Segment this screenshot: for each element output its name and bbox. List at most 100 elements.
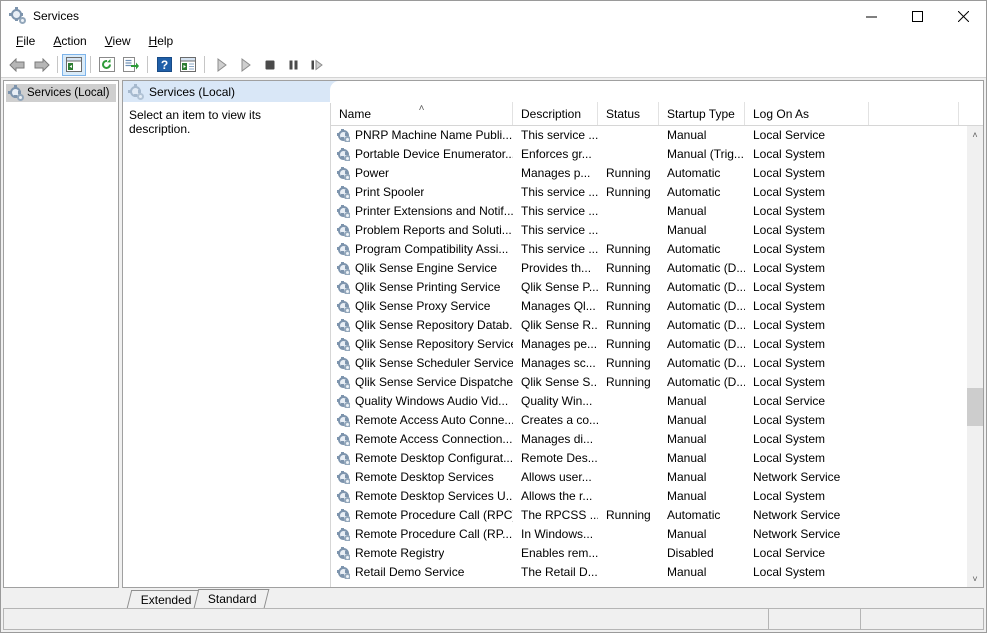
- service-row[interactable]: PNRP Machine Name Publi... This service .…: [331, 126, 966, 145]
- service-row[interactable]: Remote Desktop Services U... Allows the r…: [331, 487, 966, 506]
- cell-status: Running: [606, 508, 651, 522]
- refresh-icon[interactable]: [95, 54, 119, 76]
- cell-logon: Local System: [753, 242, 826, 256]
- service-row[interactable]: Printer Extensions and Notif... This serv…: [331, 202, 966, 221]
- tree-item-services-local[interactable]: Services (Local): [6, 84, 116, 102]
- column-header-name[interactable]: Name ˄: [331, 102, 513, 125]
- service-gear-icon: [337, 129, 350, 142]
- menu-file[interactable]: File: [7, 32, 44, 51]
- scroll-down-arrow-icon[interactable]: ˅: [967, 570, 983, 587]
- back-arrow-icon[interactable]: [5, 54, 29, 76]
- column-header-startup[interactable]: Startup Type: [659, 102, 745, 125]
- service-row[interactable]: Portable Device Enumerator... Enforces gr…: [331, 145, 966, 164]
- tab-extended[interactable]: Extended: [126, 590, 204, 608]
- cell-description: Manages p...: [521, 166, 591, 180]
- cell-startup: Automatic (D...: [667, 375, 745, 389]
- export-list-icon[interactable]: [119, 54, 143, 76]
- column-header-label: Startup Type: [667, 106, 735, 121]
- cell-name: Qlik Sense Repository Service: [331, 335, 513, 354]
- pane-header-title: Services (Local): [149, 84, 236, 99]
- service-gear-icon: [337, 205, 350, 218]
- scroll-track[interactable]: [967, 143, 983, 570]
- service-row[interactable]: Remote Access Auto Conne... Creates a co.…: [331, 411, 966, 430]
- cell-description: The RPCSS ...: [521, 508, 598, 522]
- minimize-button[interactable]: [848, 1, 894, 31]
- service-gear-icon: [337, 167, 350, 180]
- menu-action[interactable]: Action: [44, 32, 95, 51]
- column-header-status[interactable]: Status: [598, 102, 659, 125]
- scroll-thumb[interactable]: [967, 388, 983, 426]
- status-panel-main: [4, 609, 769, 629]
- service-row[interactable]: Remote Desktop Services Allows user... Man…: [331, 468, 966, 487]
- cell-logon: Local System: [753, 299, 826, 313]
- toolbar-separator: [147, 56, 148, 73]
- cell-logon: Local System: [753, 204, 826, 218]
- service-name-label: Portable Device Enumerator...: [355, 147, 513, 161]
- cell-name: Program Compatibility Assi...: [331, 240, 513, 259]
- services-gear-icon: [9, 7, 26, 24]
- cell-status: Running: [606, 185, 651, 199]
- menu-view[interactable]: View: [96, 32, 140, 51]
- restart-service-icon[interactable]: [305, 54, 329, 76]
- service-row[interactable]: Qlik Sense Proxy Service Manages Ql... Run…: [331, 297, 966, 316]
- cell-startup: Manual: [667, 470, 707, 484]
- cell-status: Running: [606, 280, 651, 294]
- service-name-label: Qlik Sense Scheduler Service: [355, 356, 513, 370]
- service-name-label: Retail Demo Service: [355, 565, 465, 579]
- service-row[interactable]: Remote Access Connection... Manages di...…: [331, 430, 966, 449]
- cell-name: Remote Access Connection...: [331, 430, 513, 449]
- service-gear-icon: [337, 509, 350, 522]
- service-row[interactable]: Qlik Sense Printing Service Qlik Sense P.…: [331, 278, 966, 297]
- cell-description: The Retail D...: [521, 565, 598, 579]
- column-header-description[interactable]: Description: [513, 102, 598, 125]
- forward-arrow-icon[interactable]: [29, 54, 53, 76]
- cell-logon: Network Service: [753, 527, 841, 541]
- service-gear-icon: [337, 414, 350, 427]
- resume-service-icon[interactable]: [233, 54, 257, 76]
- close-button[interactable]: [940, 1, 986, 31]
- menu-help[interactable]: Help: [140, 32, 183, 51]
- cell-startup: Manual: [667, 527, 707, 541]
- service-row[interactable]: Remote Procedure Call (RP... In Windows..…: [331, 525, 966, 544]
- column-header-logon[interactable]: Log On As: [745, 102, 869, 125]
- cell-name: Qlik Sense Printing Service: [331, 278, 513, 297]
- cell-logon: Local Service: [753, 546, 826, 560]
- pause-service-icon[interactable]: [281, 54, 305, 76]
- service-row[interactable]: Qlik Sense Repository Datab... Qlik Sense…: [331, 316, 966, 335]
- cell-description: Quality Win...: [521, 394, 593, 408]
- cell-logon: Local System: [753, 185, 826, 199]
- vertical-scrollbar[interactable]: ˄ ˅: [966, 126, 983, 587]
- cell-description: Manages Ql...: [521, 299, 596, 313]
- service-row[interactable]: Program Compatibility Assi... This servic…: [331, 240, 966, 259]
- service-row[interactable]: Print Spooler This service ... Running Auto…: [331, 183, 966, 202]
- services-list[interactable]: PNRP Machine Name Publi... This service .…: [331, 126, 966, 587]
- cell-name: Remote Desktop Services U...: [331, 487, 513, 506]
- column-header-spare[interactable]: [869, 102, 959, 125]
- service-row[interactable]: Qlik Sense Engine Service Provides th... R…: [331, 259, 966, 278]
- show-hide-action-pane-icon[interactable]: [176, 54, 200, 76]
- stop-service-icon[interactable]: [257, 54, 281, 76]
- service-row[interactable]: Qlik Sense Scheduler Service Manages sc..…: [331, 354, 966, 373]
- service-row[interactable]: Qlik Sense Service Dispatcher Qlik Sense …: [331, 373, 966, 392]
- maximize-button[interactable]: [894, 1, 940, 31]
- service-row[interactable]: Remote Desktop Configurat... Remote Des..…: [331, 449, 966, 468]
- service-row[interactable]: Problem Reports and Soluti... This servic…: [331, 221, 966, 240]
- cell-name: Remote Desktop Configurat...: [331, 449, 513, 468]
- help-icon[interactable]: ?: [152, 54, 176, 76]
- show-hide-console-tree-icon[interactable]: [62, 53, 86, 76]
- service-row[interactable]: Remote Registry Enables rem... Disabled Loc…: [331, 544, 966, 563]
- tab-standard[interactable]: Standard: [193, 589, 269, 608]
- service-row[interactable]: Qlik Sense Repository Service Manages pe.…: [331, 335, 966, 354]
- service-row[interactable]: Retail Demo Service The Retail D... Manual…: [331, 563, 966, 582]
- services-gear-icon: [8, 85, 24, 101]
- cell-logon: Network Service: [753, 470, 841, 484]
- service-row[interactable]: Power Manages p... Running Automatic Local S…: [331, 164, 966, 183]
- service-row[interactable]: Remote Procedure Call (RPC) The RPCSS ...…: [331, 506, 966, 525]
- status-bar: [3, 608, 984, 630]
- cell-description: This service ...: [521, 128, 598, 142]
- title-bar: Services: [1, 1, 986, 31]
- start-service-icon[interactable]: [209, 54, 233, 76]
- scroll-up-arrow-icon[interactable]: ˄: [967, 126, 983, 143]
- service-row[interactable]: Quality Windows Audio Vid... Quality Win.…: [331, 392, 966, 411]
- service-gear-icon: [337, 186, 350, 199]
